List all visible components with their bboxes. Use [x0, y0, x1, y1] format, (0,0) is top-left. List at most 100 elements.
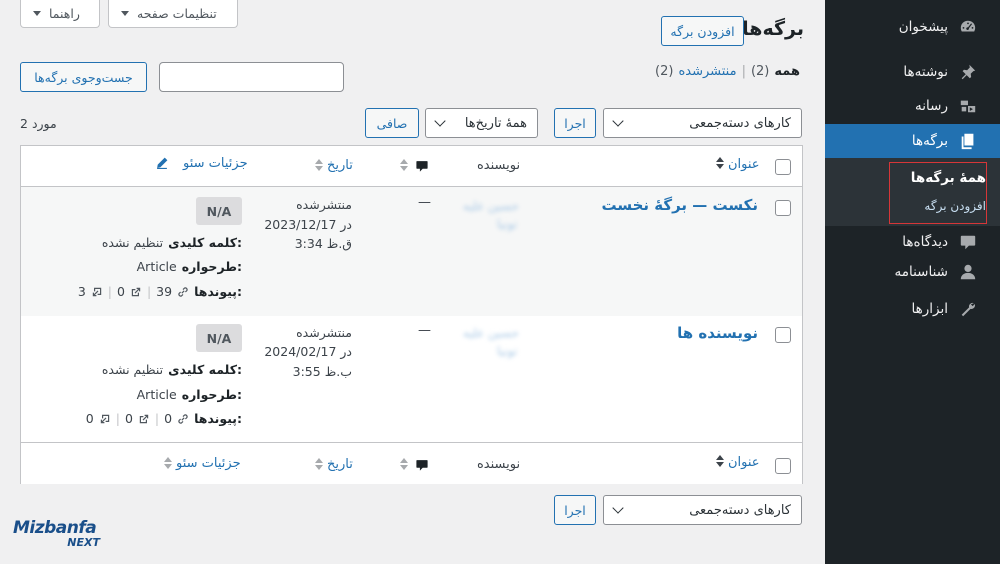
sidebar-item-comments[interactable]: دیدگاه‌ها [825, 225, 1000, 259]
page-title-link[interactable]: نویسنده ها [677, 324, 758, 342]
sort-icon [164, 457, 172, 469]
page-title: برگه‌ها [742, 18, 804, 40]
watermark-brand: Mizbanfa [13, 518, 97, 538]
incoming-links-count: 3 [77, 284, 86, 299]
schema-value: Article [136, 387, 177, 402]
comment-bubble-icon[interactable] [415, 458, 429, 472]
schema-value: Article [136, 259, 177, 274]
apply-button-bottom[interactable]: اجرا [554, 495, 596, 525]
seo-links: پیوندها: 39 | 0 | 3 [77, 284, 242, 299]
date-status: منتشرشده [296, 197, 352, 212]
filter-all-link[interactable]: همه [774, 64, 800, 79]
bulk-actions-value: کارهای دسته‌جمعی [689, 502, 791, 518]
pages-icon [958, 131, 978, 151]
chevron-down-icon [612, 502, 624, 514]
wrench-icon [958, 299, 978, 319]
table-row: نویسنده ها حسین علیه تونیا — منتشرشده 20… [21, 316, 802, 442]
filter-published-link[interactable]: منتشرشده [678, 64, 736, 79]
author-name-line2[interactable]: تونیا [497, 217, 517, 231]
schema-label: طرحواره: [181, 259, 242, 274]
sidebar-item-profile[interactable]: شناسنامه [825, 255, 1000, 289]
watermark-sub: NEXT [67, 536, 100, 549]
apply-button[interactable]: اجرا [554, 108, 596, 138]
sidebar-item-tools[interactable]: ابزارها [825, 292, 1000, 326]
select-all-checkbox-footer[interactable] [775, 458, 791, 474]
pencil-icon[interactable] [155, 156, 169, 170]
select-all-checkbox[interactable] [775, 159, 791, 175]
help-tab-label: راهنما [49, 6, 80, 21]
internal-links-count: 39 [156, 284, 173, 299]
column-seo-link[interactable]: جزئیات سئو [176, 456, 241, 471]
dashboard-icon [958, 17, 978, 37]
keyword-label: کلمه کلیدی: [168, 362, 242, 377]
external-link-icon [138, 413, 150, 425]
pages-submenu: همهٔ برگه‌ها افزودن برگه [825, 158, 1000, 226]
sidebar-item-media[interactable]: رسانه [825, 89, 1000, 123]
author-name[interactable]: حسین علیه [463, 199, 519, 213]
dates-filter-select[interactable]: همهٔ تاریخ‌ها [425, 108, 538, 138]
active-indicator [817, 133, 825, 149]
column-date-link[interactable]: تاریخ [327, 158, 353, 173]
seo-schema: طرحواره: Article [137, 387, 242, 402]
comment-bubble-icon[interactable] [415, 159, 429, 173]
column-author: نویسنده [477, 457, 521, 472]
filter-separator: | [741, 64, 746, 79]
external-links-count: 0 [124, 411, 133, 426]
caret-down-icon [33, 11, 41, 16]
filter-button[interactable]: صافی [365, 108, 419, 138]
column-date-link[interactable]: تاریخ [327, 457, 353, 472]
external-links-count: 0 [117, 284, 125, 299]
bulk-actions-select[interactable]: کارهای دسته‌جمعی [603, 108, 802, 138]
keyword-value: تنظیم نشده [101, 362, 164, 377]
sort-icon [400, 458, 408, 470]
add-new-page-button[interactable]: افزودن برگه [661, 16, 744, 46]
sidebar-item-label: پیشخوان [898, 19, 948, 35]
page-title-link[interactable]: نکست — برگهٔ نخست [601, 196, 758, 214]
external-link-icon [130, 286, 142, 298]
internal-link-icon [177, 286, 189, 298]
seo-keyword: کلمه کلیدی: تنظیم نشده [102, 362, 242, 377]
sidebar-item-label: نوشته‌ها [903, 64, 948, 80]
pin-icon [958, 62, 978, 82]
bulk-actions-select-bottom[interactable]: کارهای دسته‌جمعی [603, 495, 802, 525]
items-count: 2 مورد [20, 116, 57, 131]
author-name-line2[interactable]: تونیا [497, 344, 517, 358]
sidebar-item-label: دیدگاه‌ها [902, 234, 948, 250]
status-filter-links: همه (2) | منتشرشده (2) [655, 64, 800, 79]
screen-options-tab[interactable]: تنظیمات صفحه [108, 0, 238, 28]
search-pages-button[interactable]: جست‌وجوی برگه‌ها [20, 62, 147, 92]
sidebar-item-pages[interactable]: برگه‌ها [817, 124, 1000, 158]
sidebar-item-label: رسانه [915, 98, 948, 114]
sort-icon [716, 455, 724, 467]
sidebar-item-dashboard[interactable]: پیشخوان [825, 10, 1000, 44]
sidebar-item-label: شناسنامه [894, 264, 948, 280]
sidebar-item-label: برگه‌ها [911, 133, 948, 149]
search-input[interactable] [159, 62, 344, 92]
sort-icon [400, 159, 408, 171]
column-title-link[interactable]: عنوان [728, 157, 760, 172]
keyword-label: کلمه کلیدی: [168, 235, 242, 250]
table-footer: عنوان نویسنده تاریخ جزئیات سئو [21, 443, 802, 484]
sort-icon [315, 458, 323, 470]
comments-count: — [418, 323, 431, 338]
media-icon [958, 96, 978, 116]
submenu-add-new[interactable]: افزودن برگه [924, 199, 986, 213]
column-author: نویسنده [477, 158, 521, 173]
incoming-link-icon [91, 286, 103, 298]
submenu-all-pages[interactable]: همهٔ برگه‌ها [911, 170, 986, 186]
links-label: پیوندها: [194, 284, 242, 299]
column-seo-link[interactable]: جزئیات سئو [183, 156, 248, 171]
date-value: 2024/02/17 در [264, 344, 352, 359]
row-checkbox[interactable] [775, 200, 791, 216]
sort-icon [315, 159, 323, 171]
chevron-down-icon [434, 115, 446, 127]
seo-schema: طرحواره: Article [137, 259, 242, 274]
time-value: 3:55 ب.ظ [292, 364, 352, 379]
filter-all-count: (2) [750, 64, 770, 79]
author-name[interactable]: حسین علیه [463, 326, 519, 340]
help-tab[interactable]: راهنما [20, 0, 100, 28]
internal-links-count: 0 [164, 411, 173, 426]
row-checkbox[interactable] [775, 327, 791, 343]
sidebar-item-posts[interactable]: نوشته‌ها [825, 55, 1000, 89]
column-title-link[interactable]: عنوان [728, 455, 760, 470]
